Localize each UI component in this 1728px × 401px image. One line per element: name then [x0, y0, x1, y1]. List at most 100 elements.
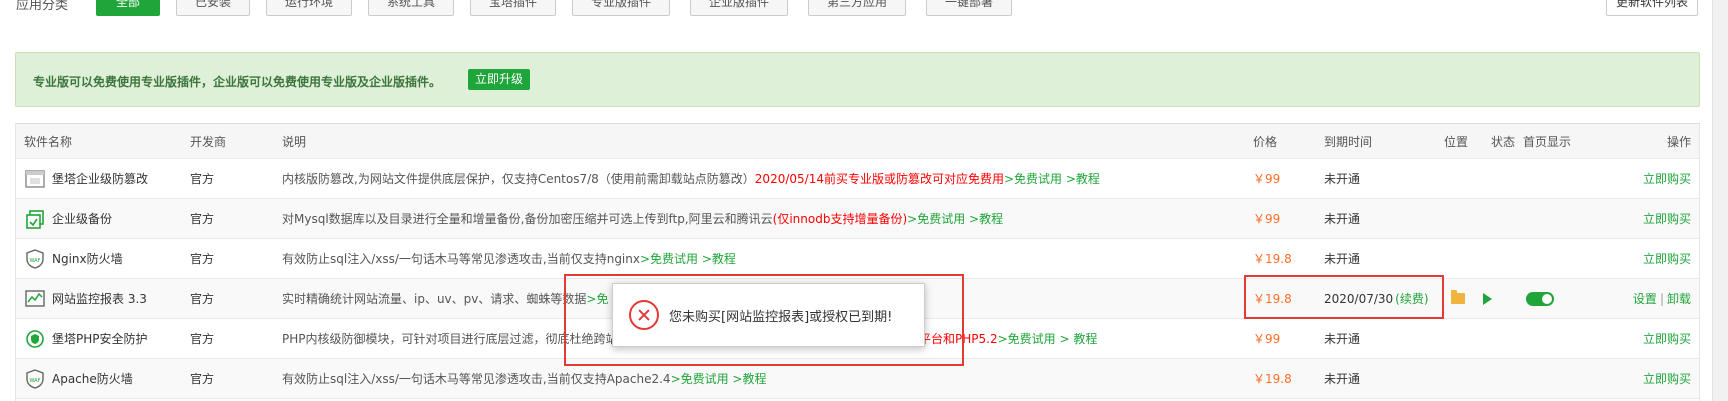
homepage-cell	[1526, 279, 1554, 318]
promo-text: 专业版可以免费使用专业版插件，企业版可以免费使用专业版及企业版插件。	[33, 75, 442, 89]
plugin-expire: 未开通	[1324, 212, 1361, 226]
desc-text: 有效防止sql注入/xss/一句话木马等常见渗透攻击,当前仅支持nginx	[282, 252, 640, 266]
trial-tutorial-link[interactable]: >免费试用 >教程	[640, 250, 736, 267]
ops-separator: |	[1659, 291, 1664, 306]
upgrade-now-button[interactable]: 立即升级	[468, 69, 531, 90]
desc-text: 内核版防篡改,为网站文件提供底层保护，仅支持Centos7/8（使用前需卸载站点…	[282, 172, 755, 186]
backup-icon	[26, 209, 44, 229]
desc-text: 有效防止sql注入/xss/一句话木马等常见渗透攻击,当前仅支持Apache2.…	[282, 372, 671, 386]
plugin-developer: 官方	[190, 332, 215, 346]
filter-pro-plugins-button[interactable]: 专业版插件	[572, 0, 670, 16]
plugin-name: Nginx防火墙	[52, 252, 123, 266]
plugin-description: 内核版防篡改,为网站文件提供底层保护，仅支持Centos7/8（使用前需卸载站点…	[282, 159, 1100, 198]
header-developer: 开发商	[190, 134, 227, 149]
plugin-name: 网站监控报表 3.3	[52, 292, 147, 306]
header-location: 位置	[1444, 134, 1469, 149]
waf-icon: WAF	[26, 248, 44, 269]
location-cell	[1451, 279, 1465, 318]
error-icon	[629, 300, 659, 330]
status-cell	[1483, 279, 1492, 318]
header-price: 价格	[1253, 134, 1278, 149]
header-homepage: 首页显示	[1523, 134, 1572, 149]
error-message-dialog: 您未购买[网站监控报表]或授权已到期!	[612, 283, 925, 347]
plugin-price: ￥99	[1253, 172, 1281, 186]
plugin-expire: 未开通	[1324, 372, 1361, 386]
ops-cell: 设置 | 卸载	[1616, 279, 1691, 318]
header-description: 说明	[282, 134, 307, 149]
price-expire-highlight-box	[1244, 275, 1444, 319]
plugin-name: 堡塔PHP安全防护	[52, 332, 148, 346]
monitor-icon	[25, 289, 45, 307]
waf-icon: WAF	[26, 368, 44, 389]
buy-now-link[interactable]: 立即购买	[1636, 319, 1691, 358]
error-message-text: 您未购买[网站监控报表]或授权已到期!	[669, 309, 893, 325]
svg-text:WAF: WAF	[30, 378, 41, 384]
category-label: 应用分类	[16, 0, 69, 13]
php-shield-icon	[26, 329, 44, 348]
uninstall-link[interactable]: 卸载	[1667, 290, 1691, 307]
promo-alert: 专业版可以免费使用专业版插件，企业版可以免费使用专业版及企业版插件。 立即升级	[15, 52, 1700, 107]
plugin-developer: 官方	[190, 292, 215, 306]
filter-system-tools-button[interactable]: 系统工具	[368, 0, 454, 16]
filter-one-click-deploy-button[interactable]: 一键部署	[926, 0, 1012, 16]
table-row: 企业级备份 官方 对Mysql数据库以及目录进行全量和增量备份,备份加密压缩并可…	[16, 199, 1699, 239]
plugin-description: 有效防止sql注入/xss/一句话木马等常见渗透攻击,当前仅支持nginx >免…	[282, 239, 736, 278]
desc-text: 对Mysql数据库以及目录进行全量和增量备份,备份加密压缩并可选上传到ftp,阿…	[282, 212, 773, 226]
vertical-scrollbar[interactable]	[1712, 0, 1728, 401]
buy-now-link[interactable]: 立即购买	[1636, 239, 1691, 278]
plugin-developer: 官方	[190, 212, 215, 226]
refresh-software-list-button[interactable]: 更新软件列表	[1606, 0, 1698, 16]
plugin-price: ￥99	[1253, 332, 1281, 346]
play-icon[interactable]	[1483, 292, 1492, 305]
plugin-price: ￥19.8	[1253, 372, 1292, 386]
plugin-name-cell: 堡塔企业级防篡改	[24, 159, 148, 198]
plugin-developer: 官方	[190, 252, 215, 266]
filter-runtime-button[interactable]: 运行环境	[266, 0, 352, 16]
plugin-name-cell: 企业级备份	[24, 199, 112, 238]
plugin-description: 对Mysql数据库以及目录进行全量和增量备份,备份加密压缩并可选上传到ftp,阿…	[282, 199, 1003, 238]
desc-text: 实时精确统计网站流量、ip、uv、pv、请求、蜘蛛等数据	[282, 292, 587, 306]
table-row: 堡塔企业级防篡改 官方 内核版防篡改,为网站文件提供底层保护，仅支持Centos…	[16, 159, 1699, 199]
plugin-description: 实时精确统计网站流量、ip、uv、pv、请求、蜘蛛等数据 >免	[282, 279, 608, 318]
plugin-name-cell: WAF Nginx防火墙	[24, 239, 123, 278]
trial-tutorial-link[interactable]: >免费试用 >教程	[907, 210, 1003, 227]
plugin-price: ￥99	[1253, 212, 1281, 226]
plugin-developer: 官方	[190, 172, 215, 186]
desc-highlight: (仅innodb支持增量备份)	[772, 212, 908, 226]
buy-now-link[interactable]: 立即购买	[1636, 359, 1691, 398]
folder-icon[interactable]	[1451, 290, 1465, 304]
plugin-name-cell: WAF Apache防火墙	[24, 359, 133, 398]
plugin-expire: 未开通	[1324, 332, 1361, 346]
table-header: 软件名称 开发商 说明 价格 到期时间 位置 状态 首页显示 操作	[16, 124, 1699, 159]
desc-highlight: 2020/05/14前买专业版或防篡改可对应免费用	[754, 172, 1004, 186]
settings-link[interactable]: 设置	[1633, 290, 1657, 307]
plugin-name-cell: 堡塔PHP安全防护	[24, 319, 148, 358]
category-filter-bar: 应用分类 全部 已安装 运行环境 系统工具 宝塔插件 专业版插件 企业版插件 第…	[0, 0, 1728, 20]
filter-third-party-button[interactable]: 第三方应用	[808, 0, 906, 16]
trial-tutorial-link[interactable]: >免费试用 >教程	[671, 370, 767, 387]
trial-tutorial-link[interactable]: >免费试用 >教程	[1004, 170, 1100, 187]
filter-all-button[interactable]: 全部	[96, 0, 160, 16]
plugin-name: 企业级备份	[52, 212, 113, 226]
buy-now-link[interactable]: 立即购买	[1636, 159, 1691, 198]
plugin-name: 堡塔企业级防篡改	[52, 172, 149, 186]
tamper-proof-icon	[25, 169, 45, 188]
plugin-price: ￥19.8	[1253, 252, 1292, 266]
header-status: 状态	[1491, 134, 1516, 149]
plugin-expire: 未开通	[1324, 172, 1361, 186]
buy-now-link[interactable]: 立即购买	[1636, 199, 1691, 238]
plugin-developer: 官方	[190, 372, 215, 386]
homepage-toggle[interactable]	[1526, 291, 1554, 306]
svg-text:WAF: WAF	[30, 258, 41, 264]
filter-enterprise-plugins-button[interactable]: 企业版插件	[690, 0, 788, 16]
header-ops: 操作	[1666, 134, 1691, 149]
filter-installed-button[interactable]: 已安装	[176, 0, 250, 16]
plugin-name: Apache防火墙	[52, 372, 133, 386]
plugin-name-cell: 网站监控报表 3.3	[24, 279, 147, 318]
plugin-expire: 未开通	[1324, 252, 1361, 266]
filter-bt-plugins-button[interactable]: 宝塔插件	[470, 0, 556, 16]
header-expire: 到期时间	[1324, 134, 1373, 149]
trial-tutorial-link[interactable]: >免费试用 > 教程	[998, 330, 1098, 347]
table-row: WAF Nginx防火墙 官方 有效防止sql注入/xss/一句话木马等常见渗透…	[16, 239, 1699, 279]
header-name: 软件名称	[24, 134, 73, 149]
